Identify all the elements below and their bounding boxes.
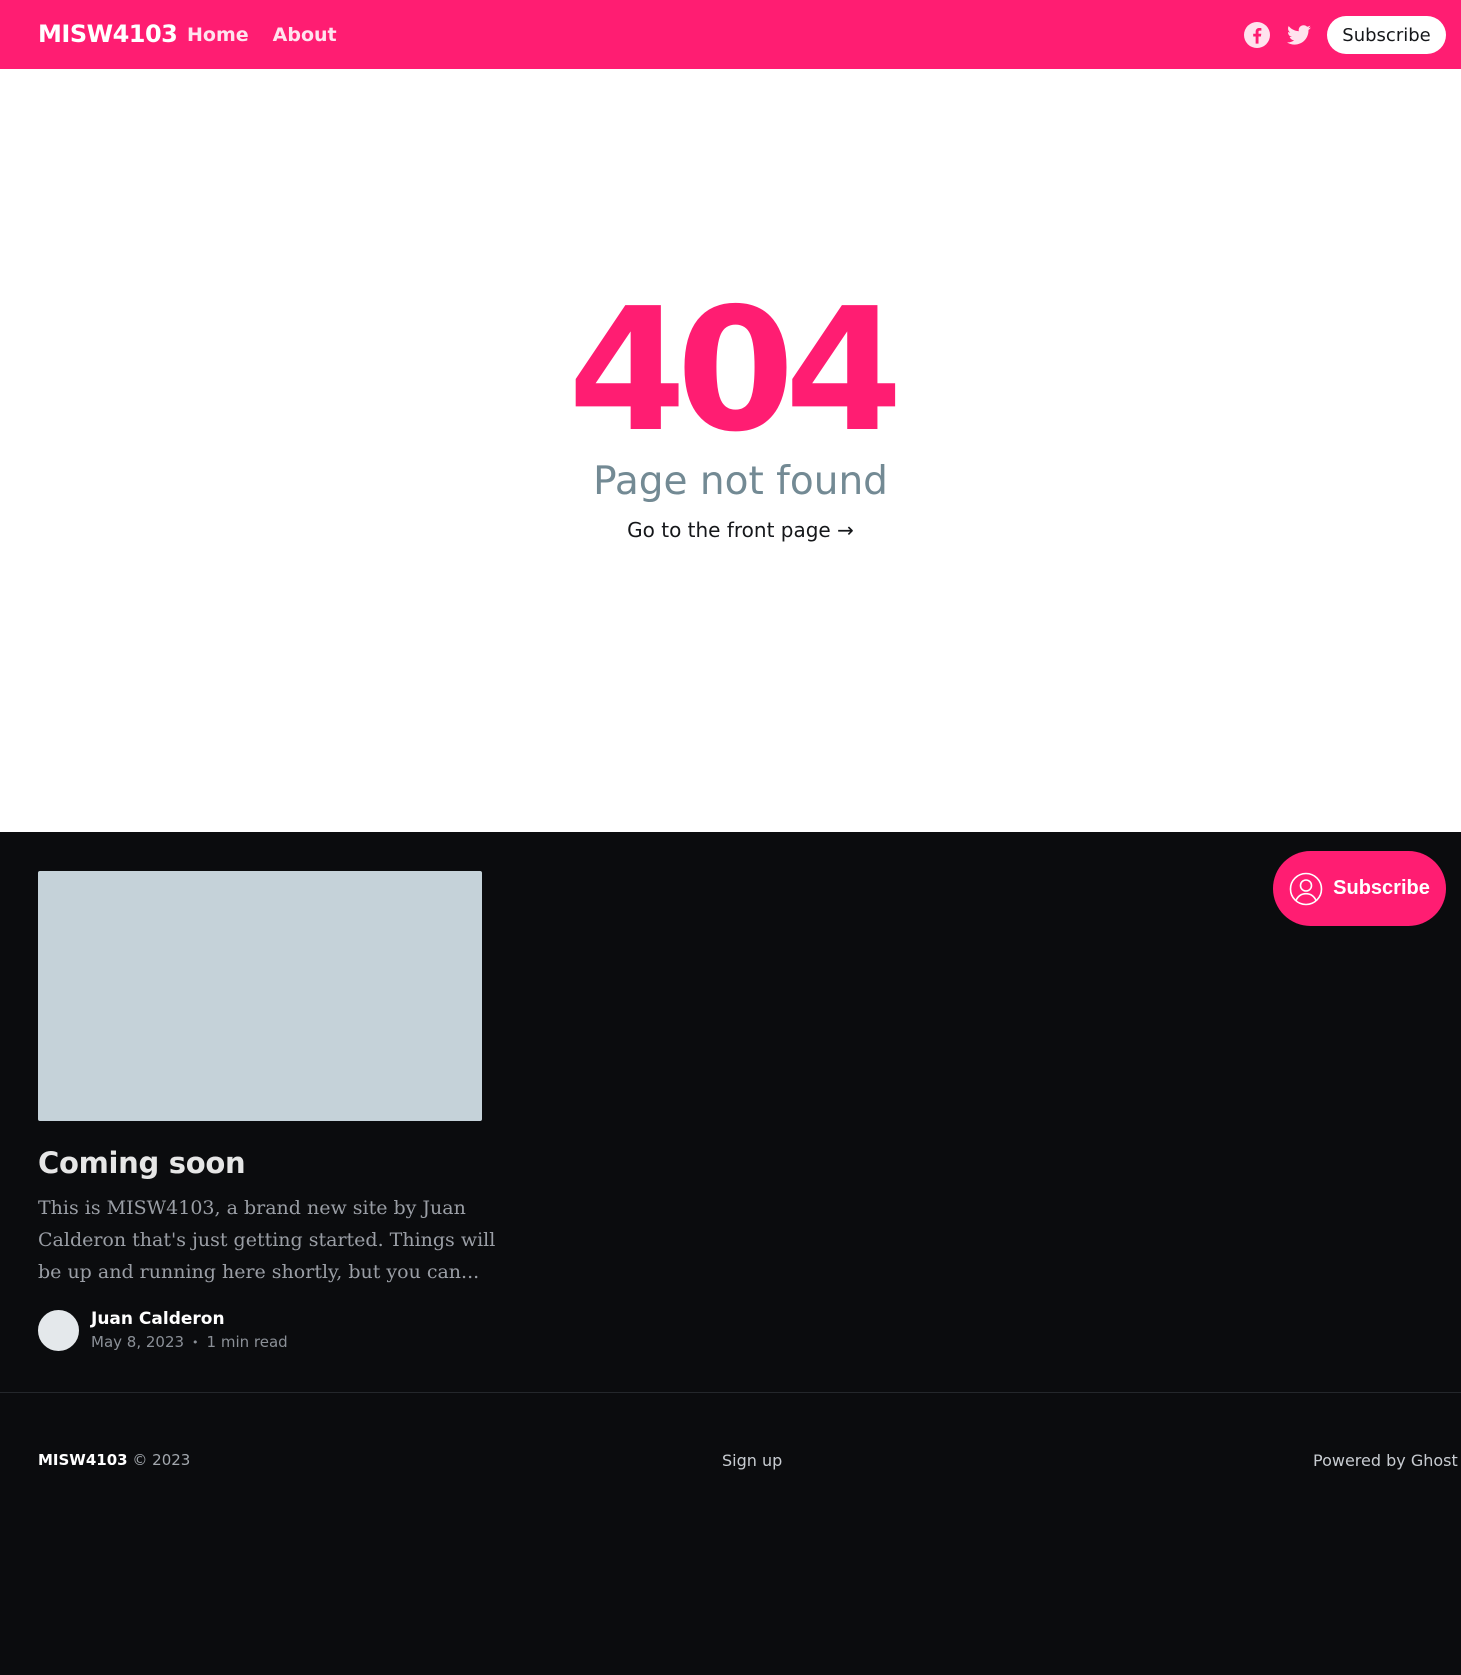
post-card-title[interactable]: Coming soon: [38, 1146, 246, 1180]
author-name[interactable]: Juan Calderon: [91, 1309, 225, 1329]
floating-subscribe-label: Subscribe: [1333, 877, 1430, 899]
post-meta: May 8, 2023 • 1 min read: [91, 1333, 288, 1351]
subscribe-button[interactable]: Subscribe: [1327, 16, 1446, 54]
site-header: MISW4103 Home About Subscribe: [0, 0, 1461, 69]
author-avatar[interactable]: [36, 1308, 81, 1353]
footer-brand[interactable]: MISW4103: [38, 1451, 128, 1469]
error-message: Page not found: [593, 459, 888, 504]
footer-copyright: MISW4103 © 2023: [38, 1451, 190, 1469]
footer-powered-link[interactable]: Powered by Ghost: [1313, 1451, 1458, 1470]
twitter-icon[interactable]: [1286, 22, 1312, 48]
post-card-excerpt: This is MISW4103, a brand new site by Ju…: [38, 1197, 496, 1283]
error-page: 404 Page not found Go to the front page …: [0, 69, 1461, 832]
floating-subscribe-button[interactable]: Subscribe: [1273, 851, 1446, 926]
facebook-icon[interactable]: [1244, 22, 1270, 48]
footer-divider: [0, 1392, 1461, 1393]
meta-separator: •: [192, 1335, 199, 1349]
site-logo[interactable]: MISW4103: [38, 20, 178, 48]
post-card-image[interactable]: [38, 871, 482, 1121]
post-date: May 8, 2023: [91, 1333, 185, 1351]
footer-signup-link[interactable]: Sign up: [722, 1451, 782, 1470]
nav-item-about[interactable]: About: [273, 24, 337, 46]
read-time: 1 min read: [206, 1333, 288, 1351]
user-circle-icon: [1289, 872, 1323, 906]
error-code: 404: [568, 272, 903, 470]
footer-copyright-year: © 2023: [132, 1451, 191, 1469]
front-page-link[interactable]: Go to the front page →: [0, 518, 1461, 542]
nav-item-home[interactable]: Home: [187, 24, 249, 46]
main-nav: Home About: [187, 24, 337, 46]
